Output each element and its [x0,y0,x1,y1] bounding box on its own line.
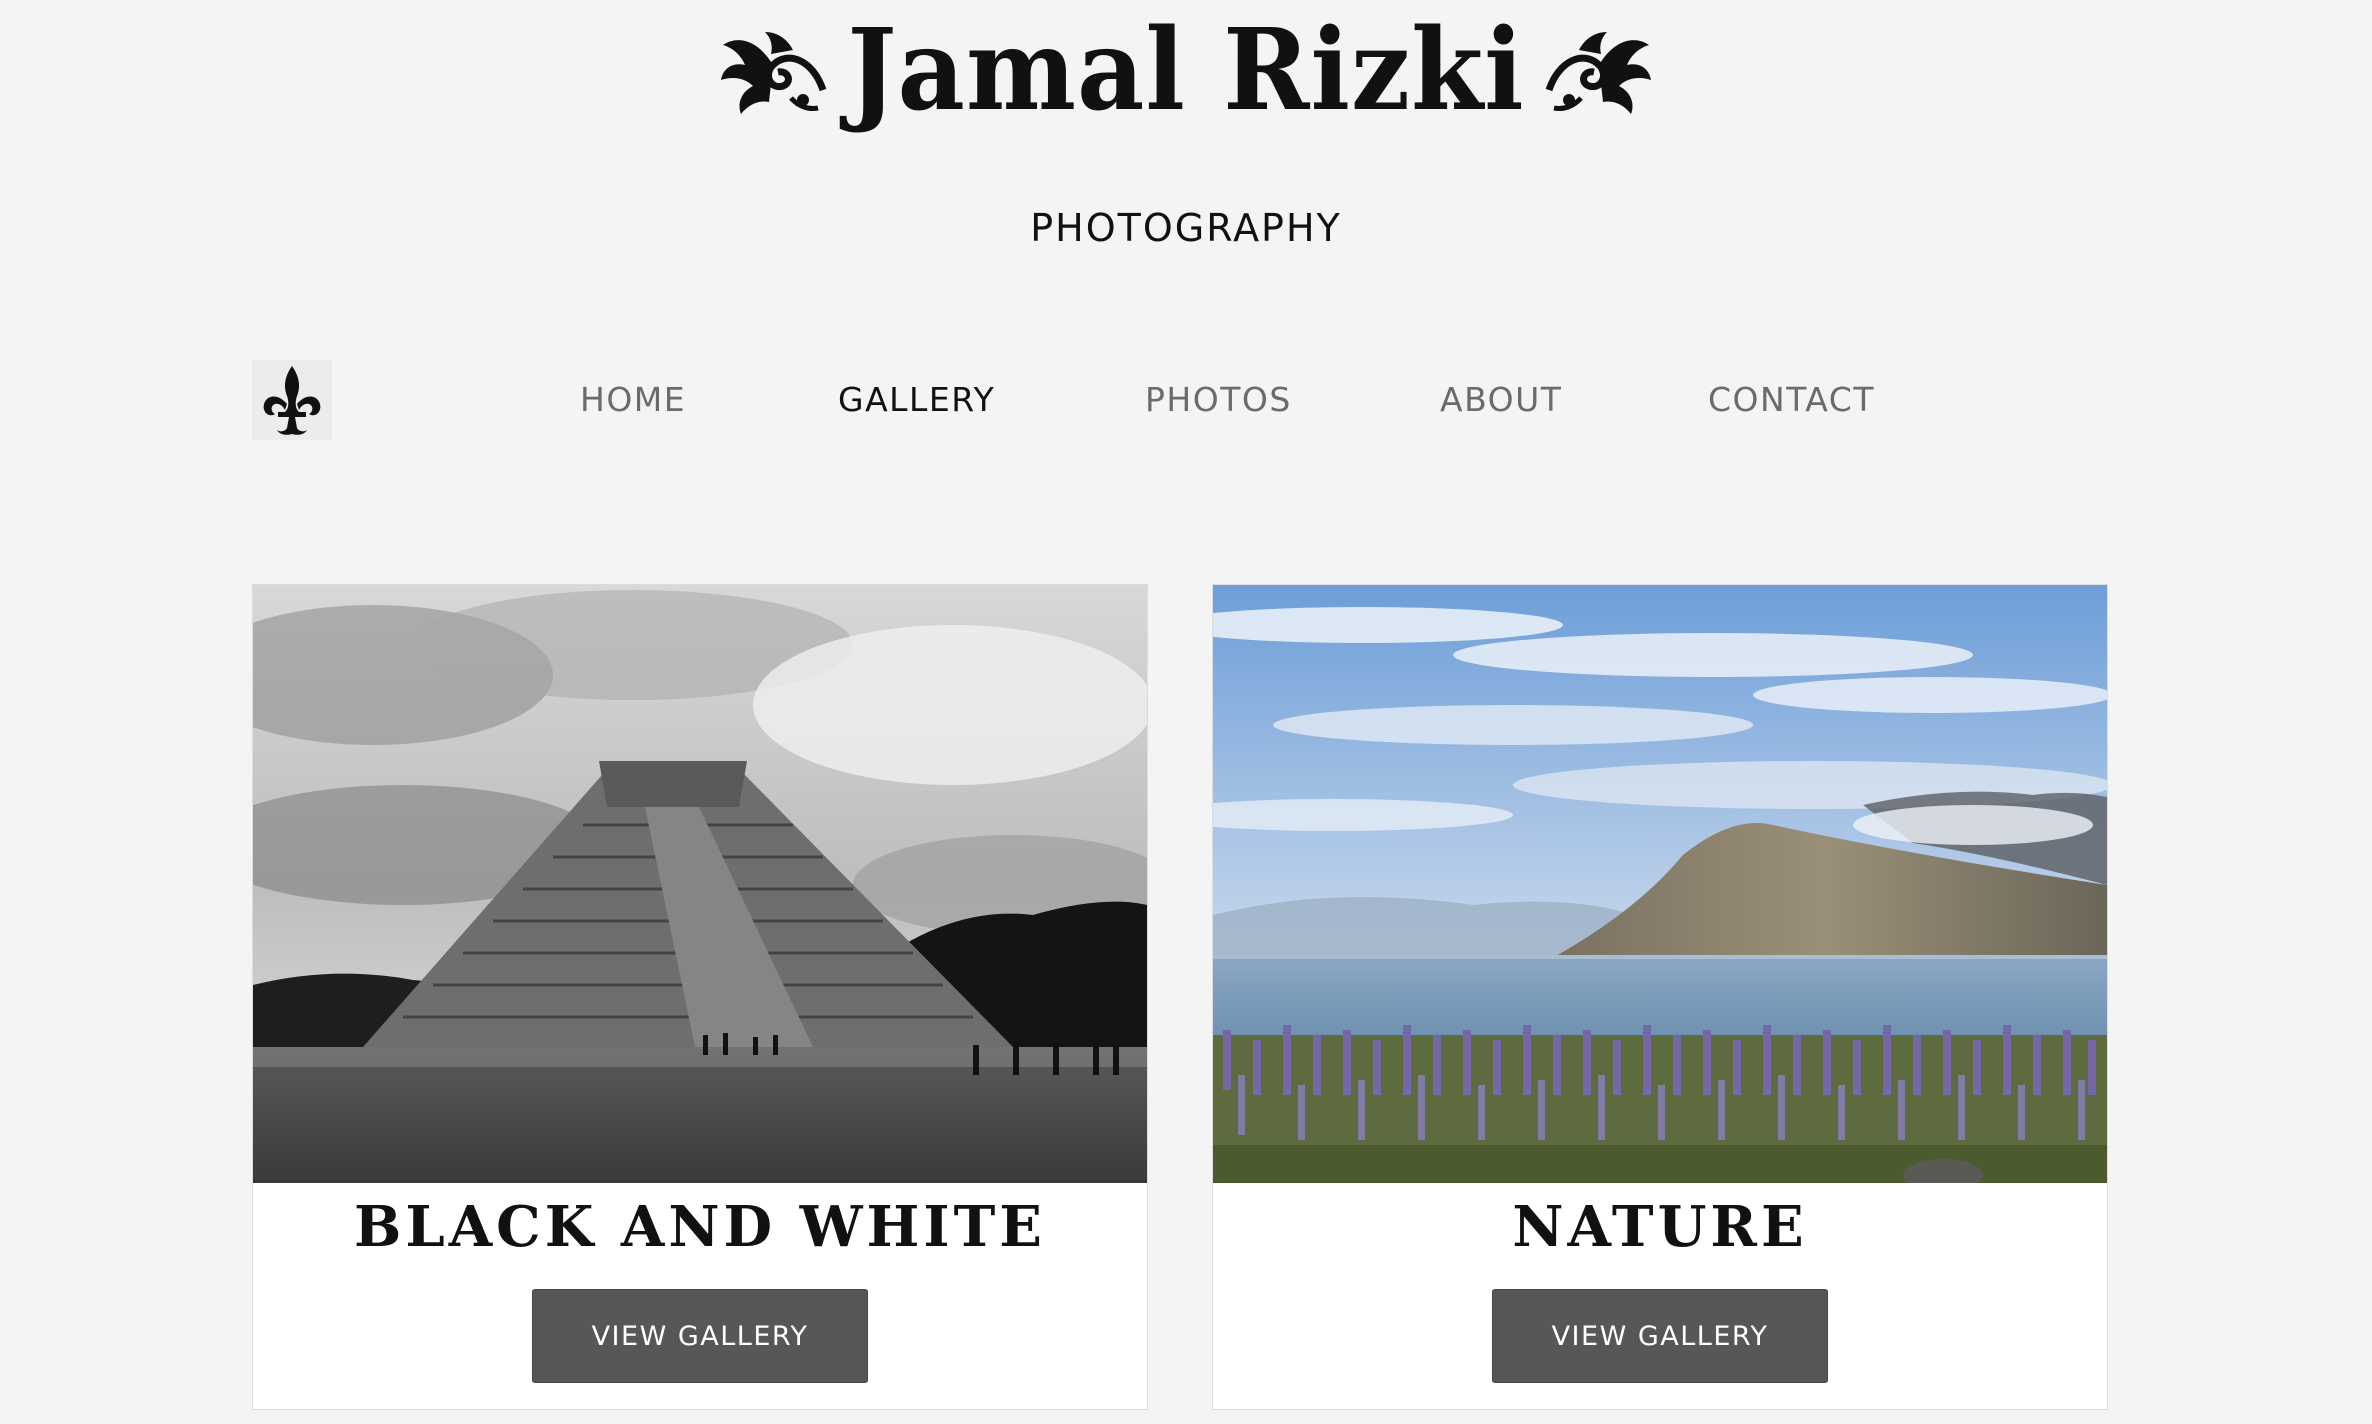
gallery-card-title: BLACK AND WHITE [354,1194,1046,1260]
site-subtitle: PHOTOGRAPHY [1030,206,1342,250]
fleur-de-lis-icon [263,366,321,435]
pyramid-photo[interactable] [253,585,1147,1183]
view-gallery-button[interactable]: VIEW GALLERY [532,1289,868,1383]
nav-item-about[interactable]: ABOUT [1440,380,1562,419]
view-gallery-button[interactable]: VIEW GALLERY [1492,1289,1828,1383]
lake-photo-image [1213,585,2107,1183]
gallery-card-black-and-white: BLACK AND WHITE VIEW GALLERY [252,584,1148,1410]
site-title: Jamal Rizki [0,13,2372,126]
nav-logo-link[interactable] [252,360,332,440]
nav-item-home[interactable]: HOME [580,380,686,419]
nav-item-photos[interactable]: PHOTOS [1145,380,1292,419]
floral-flourish-icon [1545,32,1651,114]
nav-item-contact[interactable]: CONTACT [1708,380,1875,419]
floral-flourish-icon [721,32,827,114]
nav-item-gallery[interactable]: GALLERY [838,380,995,419]
pyramid-photo-image [253,585,1147,1183]
site-title-text: Jamal Rizki [847,3,1525,136]
gallery-card-title: NATURE [1512,1194,1808,1260]
lake-photo[interactable] [1213,585,2107,1183]
gallery-card-nature: NATURE VIEW GALLERY [1212,584,2108,1410]
